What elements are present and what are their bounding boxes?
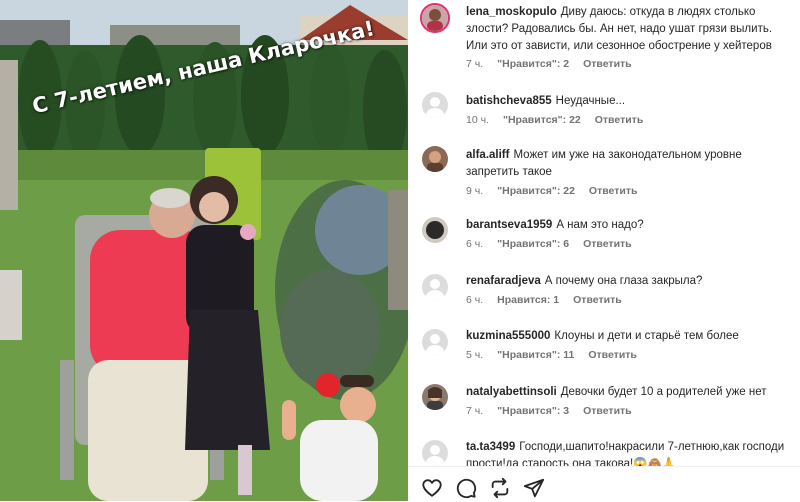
comment-likes[interactable]: Нравится: 1 [497,294,559,306]
user-avatar[interactable] [422,329,448,355]
reply-button[interactable]: Ответить [573,294,622,306]
comment-username[interactable]: kuzmina555000 [466,330,550,342]
comment-time: 10 ч. [466,114,489,126]
comment-time: 6 ч. [466,238,484,250]
comment-time: 9 ч. [466,185,484,197]
comment-meta: 6 ч. "Нравится": 6 Ответить [466,238,646,250]
comment-body: Девочки будет 10 а родителей уже нет [560,386,767,398]
user-avatar[interactable] [422,440,448,466]
user-avatar[interactable] [422,92,448,118]
comment-time: 7 ч. [466,405,484,417]
user-avatar[interactable] [420,3,450,33]
reply-button[interactable]: Ответить [583,238,632,250]
comment-body: А нам это надо? [556,219,644,231]
comment-likes[interactable]: "Нравится": 22 [503,114,581,126]
comment-likes[interactable]: "Нравится": 6 [497,238,569,250]
comment-meta: 7 ч. "Нравится": 3 Ответить [466,405,646,417]
reply-button[interactable]: Ответить [583,405,632,417]
reply-button[interactable]: Ответить [589,185,638,197]
comment-meta: 6 ч. Нравится: 1 Ответить [466,294,636,306]
user-avatar[interactable] [422,217,448,243]
comment-time: 5 ч. [466,349,484,361]
comment-body: А почему она глаза закрыла? [544,275,703,287]
comment-likes[interactable]: "Нравится": 2 [497,58,569,70]
comment-username[interactable]: batishcheva855 [466,95,552,107]
post-photo: С 7-летием, наша Кларочка! [0,0,408,501]
comment-username[interactable]: renafaradjeva [466,275,541,287]
comment-icon[interactable] [455,477,477,499]
user-avatar[interactable] [422,146,448,172]
comment-likes[interactable]: "Нравится": 3 [497,405,569,417]
comment-meta: 7 ч. "Нравится": 2 Ответить [466,58,646,70]
comment-body: Неудачные... [555,95,626,107]
comment-text: batishcheva855 Неудачные... [466,93,796,110]
comment-meta: 10 ч. "Нравится": 22 Ответить [466,114,657,126]
comment-text: alfa.aliff Может им уже на законодательно… [466,147,796,181]
share-icon[interactable] [523,477,545,499]
comment-meta: 5 ч. "Нравится": 11 Ответить [466,349,651,361]
comment-username[interactable]: barantseva1959 [466,219,552,231]
reply-button[interactable]: Ответить [595,114,644,126]
comment-time: 6 ч. [466,294,484,306]
comment-text: barantseva1959 А нам это надо? [466,217,796,234]
post-actions-bar [408,466,800,502]
comment-text: natalyabettinsoli Девочки будет 10 а роди… [466,384,796,401]
repost-icon[interactable] [489,477,511,499]
comment-text: renafaradjeva А почему она глаза закрыла? [466,273,796,290]
comment-text: lena_moskopulo Диву даюсь: откуда в людях… [466,4,796,55]
comment-username[interactable]: ta.ta3499 [466,441,515,453]
comment-likes[interactable]: "Нравится": 11 [497,349,574,361]
comment-username[interactable]: lena_moskopulo [466,6,557,18]
reply-button[interactable]: Ответить [583,58,632,70]
comments-panel: lena_moskopulo Диву даюсь: откуда в людях… [408,0,800,502]
comment-likes[interactable]: "Нравится": 22 [497,185,575,197]
comment-text: ta.ta3499 Господи,шапито!накрасили 7-летн… [466,439,796,466]
heart-icon[interactable] [421,477,443,499]
comment-text: kuzmina555000 Клоуны и дети и старьё тем … [466,328,796,345]
comment-username[interactable]: alfa.aliff [466,149,509,161]
user-avatar[interactable] [422,274,448,300]
comment-meta: 9 ч. "Нравится": 22 Ответить [466,185,651,197]
comment-body: Клоуны и дети и старьё тем более [554,330,739,342]
reply-button[interactable]: Ответить [588,349,637,361]
comment-time: 7 ч. [466,58,484,70]
user-avatar[interactable] [422,384,448,410]
comment-list[interactable]: lena_moskopulo Диву даюсь: откуда в людях… [408,0,800,466]
comment-username[interactable]: natalyabettinsoli [466,386,557,398]
